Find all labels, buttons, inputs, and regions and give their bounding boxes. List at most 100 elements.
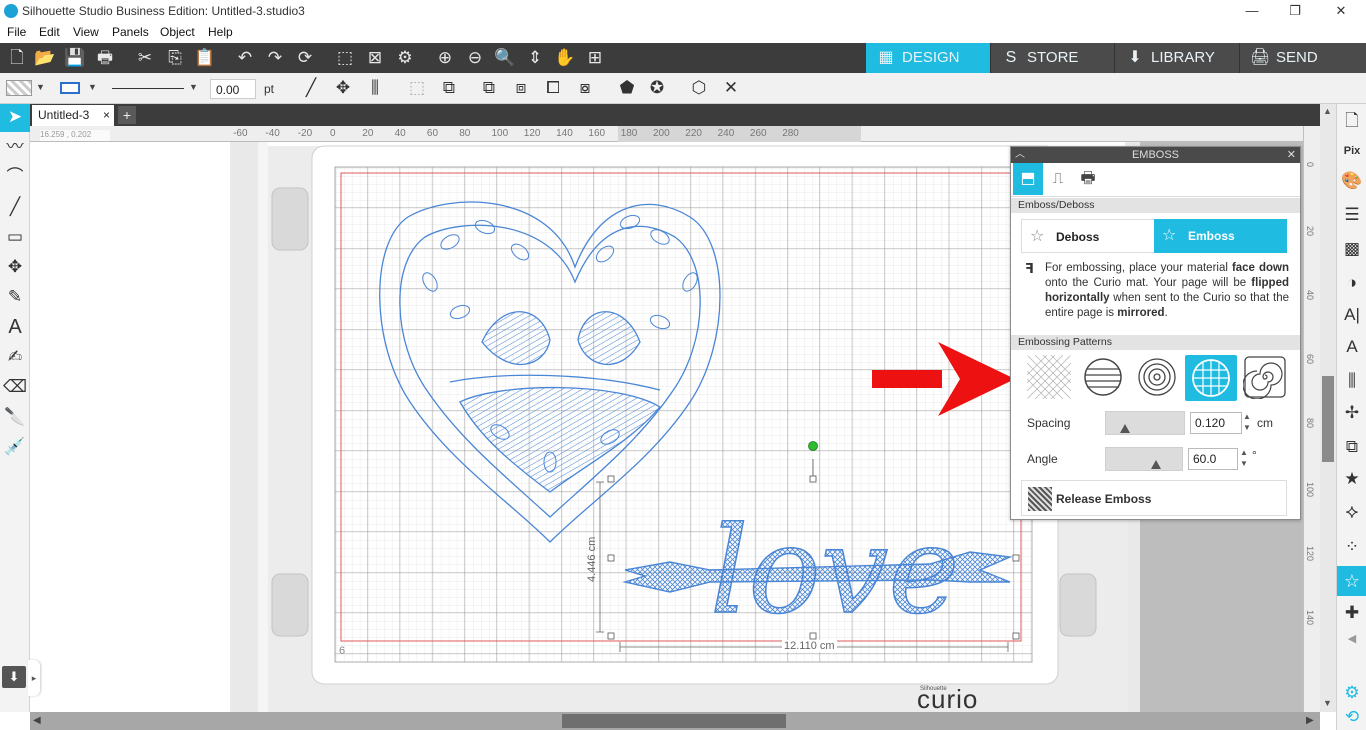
paste-icon[interactable]: 📋 <box>192 46 218 70</box>
release-compound-icon[interactable]: ⧇ <box>572 77 598 99</box>
redraw-icon[interactable]: ⟳ <box>292 46 318 70</box>
pixscan-icon[interactable]: Pix <box>1339 138 1365 164</box>
scroll-right-icon[interactable]: ▶ <box>1306 715 1314 726</box>
release-emboss-button[interactable]: Release Emboss <box>1021 480 1287 516</box>
3d-box-icon[interactable]: ⬡ <box>686 77 712 99</box>
horizontal-scrollbar[interactable]: ◀ ▶ <box>30 712 1320 730</box>
puzzle-icon[interactable]: ✚ <box>1339 600 1365 626</box>
move-tool-icon[interactable]: ✥ <box>2 254 28 280</box>
select-by-color-icon[interactable]: ⚙ <box>392 46 418 70</box>
close-x-icon[interactable]: ✕ <box>718 77 744 99</box>
tab-library[interactable]: ⬇ LIBRARY <box>1114 43 1239 73</box>
fill-pattern-icon[interactable]: ▩ <box>1339 236 1365 262</box>
angle-slider[interactable] <box>1105 447 1183 471</box>
line-style-dropdown-icon[interactable]: ▼ <box>189 82 198 92</box>
fill-palette-icon[interactable]: 🎨 <box>1339 168 1365 194</box>
line-tool-icon[interactable]: ╱ <box>298 77 324 99</box>
line-width-input[interactable]: 0.00 <box>210 79 256 99</box>
ungroup-icon[interactable]: ⧈ <box>508 77 534 99</box>
scroll-left-icon[interactable]: ◀ <box>33 715 41 726</box>
deboss-button[interactable]: ☆ Deboss <box>1021 219 1155 253</box>
text-tool-icon[interactable]: A <box>2 314 28 340</box>
edit-text-icon[interactable]: ✍ <box>2 344 28 370</box>
open-folder-icon[interactable]: 📂 <box>32 46 58 70</box>
document-tab[interactable]: Untitled-3 × <box>32 105 114 126</box>
cut-icon[interactable]: ✂ <box>132 46 158 70</box>
select-pointer-icon[interactable]: ➤ <box>0 104 30 132</box>
settings-gear-icon[interactable]: ⚙ <box>1339 680 1365 706</box>
undo-icon[interactable]: ↶ <box>232 46 258 70</box>
lines-pattern[interactable] <box>1081 355 1125 399</box>
crosshatch-pattern[interactable] <box>1027 355 1071 399</box>
knife-tool-icon[interactable]: 🔪 <box>2 404 28 430</box>
spiral-pattern[interactable] <box>1243 355 1287 399</box>
menu-panels[interactable]: Panels <box>112 25 149 39</box>
vertical-scrollbar[interactable]: ▲ ▼ <box>1320 104 1336 712</box>
fill-shape-icon[interactable]: ⬟ <box>614 77 640 99</box>
line-style-icon[interactable]: ☰ <box>1339 202 1365 228</box>
curve-tool-icon[interactable]: ⌒ <box>2 164 28 190</box>
emboss-button[interactable]: ☆ Emboss <box>1154 219 1287 253</box>
line-color-dropdown-icon[interactable]: ▼ <box>88 82 97 92</box>
menu-view[interactable]: View <box>73 25 99 39</box>
print-icon[interactable]: 🖶 <box>92 46 118 70</box>
select-all-icon[interactable]: ⬚ <box>332 46 358 70</box>
add-tab-button[interactable]: + <box>118 106 136 124</box>
align-panel-icon[interactable]: ⫼ <box>1339 368 1365 394</box>
rotate-box-icon[interactable]: ⧉ <box>436 77 462 99</box>
fill-dropdown-icon[interactable]: ▼ <box>36 82 45 92</box>
modify-icon[interactable]: ⯎ <box>1339 500 1365 526</box>
print-tab-icon[interactable]: 🖶 <box>1075 166 1101 192</box>
zoom-select-icon[interactable]: 🔍 <box>492 46 518 70</box>
horizontal-scroll-thumb[interactable] <box>562 714 786 728</box>
tab-store[interactable]: S STORE <box>990 43 1114 73</box>
sync-icon[interactable]: ⟲ <box>1339 704 1365 730</box>
line-color-swatch[interactable] <box>60 82 80 94</box>
replicate-icon[interactable]: ⧉ <box>1339 434 1365 460</box>
angle-slider-thumb[interactable] <box>1151 460 1161 469</box>
page-setup-icon[interactable]: 🗋 <box>1339 108 1365 134</box>
close-tab-icon[interactable]: × <box>103 108 110 122</box>
save-icon[interactable]: 💾 <box>62 46 88 70</box>
angle-input[interactable]: 60.0 <box>1188 448 1238 470</box>
scale-icon[interactable]: ⬚ <box>404 77 430 99</box>
vertical-scroll-thumb[interactable] <box>1322 376 1334 462</box>
concentric-pattern[interactable] <box>1135 355 1179 399</box>
library-drawer-icon[interactable]: ⬇ <box>2 666 26 688</box>
move-icon[interactable]: ✥ <box>330 77 356 99</box>
zoom-in-icon[interactable]: ⊕ <box>432 46 458 70</box>
copy-icon[interactable]: ⎘ <box>162 46 188 70</box>
scroll-down-icon[interactable]: ▼ <box>1323 698 1332 708</box>
panel-close-icon[interactable]: ✕ <box>1287 147 1296 163</box>
text-style-icon[interactable]: A| <box>1339 302 1365 328</box>
group-icon[interactable]: ⧉ <box>476 77 502 99</box>
spacing-slider-thumb[interactable] <box>1120 424 1130 433</box>
trace-icon[interactable]: ⁘ <box>1339 534 1365 560</box>
rectangle-tool-icon[interactable]: ▭ <box>2 224 28 250</box>
edit-points-icon[interactable]: 〰 <box>2 134 28 160</box>
menu-file[interactable]: File <box>7 25 26 39</box>
favorite-star-icon[interactable]: ★ <box>1339 466 1365 492</box>
deselect-icon[interactable]: ⊠ <box>362 46 388 70</box>
emboss-star-panel-icon[interactable]: ☆ <box>1337 566 1366 596</box>
add-page-icon[interactable]: ⊞ <box>582 46 608 70</box>
eraser-tool-icon[interactable]: ⌫ <box>2 374 28 400</box>
eyedropper-icon[interactable]: 💉 <box>2 434 28 460</box>
menu-object[interactable]: Object <box>160 25 195 39</box>
minimize-button[interactable]: — <box>1238 2 1266 20</box>
scroll-up-icon[interactable]: ▲ <box>1323 106 1332 116</box>
menu-help[interactable]: Help <box>208 25 233 39</box>
drawer-toggle-icon[interactable]: ▸ <box>28 660 40 696</box>
line-style-preview[interactable] <box>112 88 184 89</box>
restore-button[interactable]: ❐ <box>1281 2 1309 20</box>
tab-design[interactable]: ▦ DESIGN <box>866 43 990 73</box>
new-document-icon[interactable]: 🗋 <box>4 46 30 70</box>
fit-to-page-icon[interactable]: ⇕ <box>522 46 548 70</box>
star-badge-icon[interactable]: ✪ <box>644 77 670 99</box>
menu-edit[interactable]: Edit <box>39 25 60 39</box>
spacing-input[interactable]: 0.120 <box>1190 412 1242 434</box>
line-draw-icon[interactable]: ╱ <box>2 194 28 220</box>
grid-pattern[interactable] <box>1185 355 1237 401</box>
collapse-arrow-icon[interactable]: ◀ <box>1339 626 1365 652</box>
zoom-out-icon[interactable]: ⊖ <box>462 46 488 70</box>
